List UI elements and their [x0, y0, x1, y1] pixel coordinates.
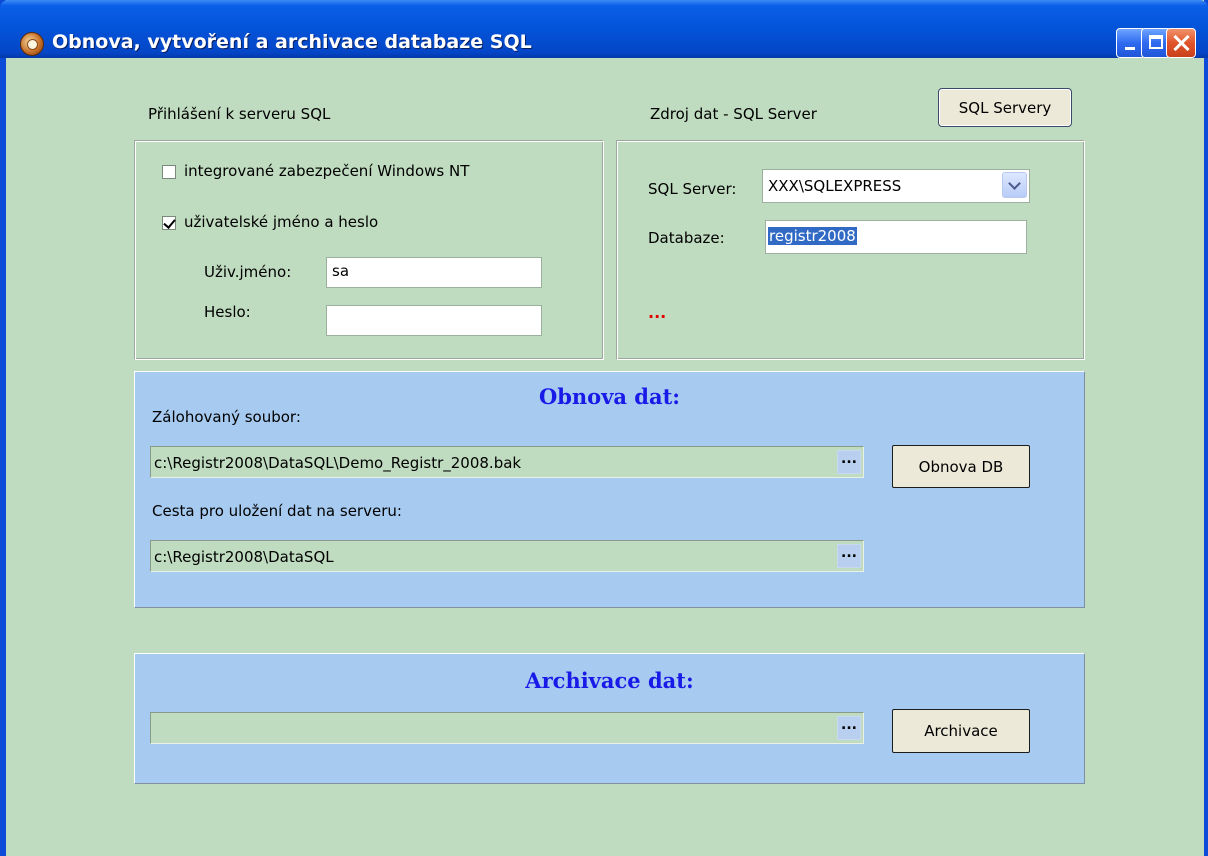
server-path-field[interactable]: c:\Registr2008\DataSQL ...	[150, 540, 864, 572]
backup-file-label: Zálohovaný soubor:	[152, 408, 301, 426]
sql-servers-button[interactable]: SQL Servery	[938, 88, 1072, 127]
username-field[interactable]: sa	[326, 257, 542, 288]
browse-archive-button[interactable]: ...	[837, 716, 861, 740]
archive-title: Archivace dat:	[525, 668, 694, 693]
browse-backup-button[interactable]: ...	[837, 450, 861, 474]
server-path-value: c:\Registr2008\DataSQL	[154, 548, 334, 566]
username-password-checkbox[interactable]	[162, 216, 176, 230]
close-button[interactable]	[1166, 28, 1196, 58]
login-heading: Přihlášení k serveru SQL	[148, 105, 331, 123]
database-label: Databaze:	[648, 229, 725, 247]
restore-panel: Obnova dat:	[134, 371, 1085, 608]
backup-file-field[interactable]: c:\Registr2008\DataSQL\Demo_Registr_2008…	[150, 446, 864, 478]
sql-server-select[interactable]: XXX\SQLEXPRESS	[762, 169, 1030, 203]
database-field[interactable]: registr2008	[765, 220, 1027, 254]
username-label: Uživ.jméno:	[204, 263, 292, 281]
server-path-label: Cesta pro uložení dat na serveru:	[152, 502, 402, 520]
chevron-down-icon[interactable]	[1002, 172, 1027, 198]
title-bar[interactable]: Obnova, vytvoření a archivace databaze S…	[0, 0, 1208, 58]
password-field[interactable]	[326, 305, 542, 336]
restore-title: Obnova dat:	[538, 384, 681, 409]
backup-file-value: c:\Registr2008\DataSQL\Demo_Registr_2008…	[154, 454, 522, 472]
sql-server-label: SQL Server:	[648, 180, 737, 198]
archive-button[interactable]: Archivace	[892, 709, 1030, 753]
source-heading: Zdroj dat - SQL Server	[650, 105, 817, 123]
restore-db-button[interactable]: Obnova DB	[892, 445, 1030, 488]
archive-path-field[interactable]: ...	[150, 712, 864, 744]
browse-server-path-button[interactable]: ...	[837, 544, 861, 568]
sql-server-value: XXX\SQLEXPRESS	[768, 177, 902, 195]
window-title: Obnova, vytvoření a archivace databaze S…	[52, 31, 532, 53]
integrated-security-checkbox[interactable]	[162, 165, 176, 179]
status-indicator: ...	[648, 303, 667, 322]
app-icon[interactable]	[20, 32, 44, 56]
password-label: Heslo:	[204, 303, 251, 321]
database-value: registr2008	[768, 227, 857, 245]
integrated-security-label[interactable]: integrované zabezpečení Windows NT	[184, 162, 469, 180]
username-password-label[interactable]: uživatelské jméno a heslo	[184, 213, 378, 231]
